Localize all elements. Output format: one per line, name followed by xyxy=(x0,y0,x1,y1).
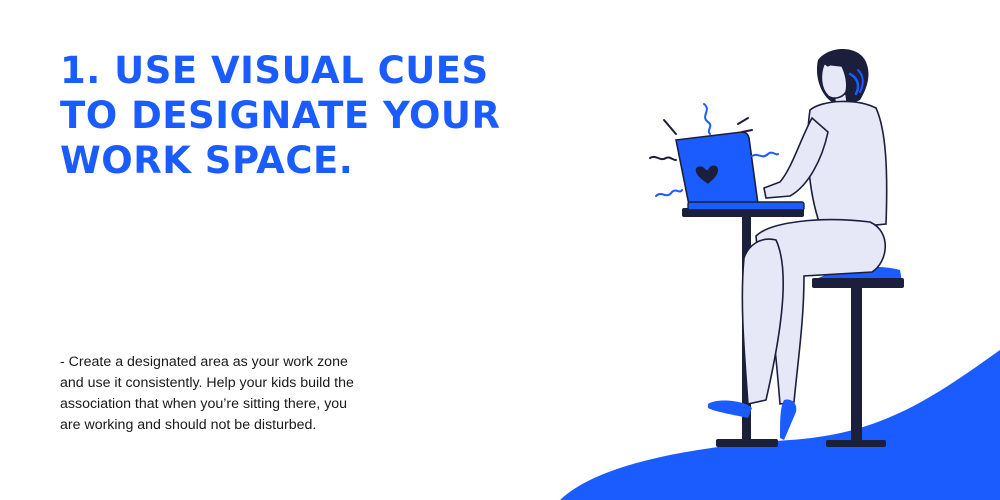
tip-description: - Create a designated area as your work … xyxy=(60,354,354,433)
page-title: 1. USE VISUAL CUES TO DESIGNATE YOUR WOR… xyxy=(60,48,530,183)
title-line-1: 1. USE VISUAL CUES xyxy=(60,49,489,92)
torso xyxy=(806,100,888,231)
woman-at-laptop-illustration xyxy=(560,49,1000,500)
slide: 1. USE VISUAL CUES TO DESIGNATE YOUR WOR… xyxy=(0,0,1000,500)
title-line-3: WORK SPACE. xyxy=(60,139,354,182)
shoe-right xyxy=(780,399,797,440)
face xyxy=(820,63,848,99)
title-line-2: TO DESIGNATE YOUR xyxy=(60,94,501,137)
laptop xyxy=(675,131,805,211)
